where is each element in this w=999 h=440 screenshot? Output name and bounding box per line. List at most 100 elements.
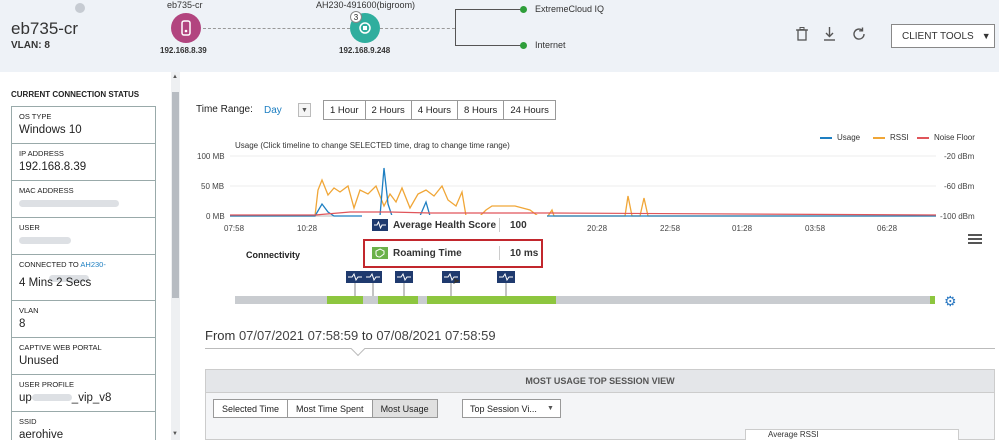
tab-most-usage[interactable]: Most Usage [371,399,438,418]
noise-floor-series-line [230,211,936,216]
uplink-branch-bottom [455,45,521,46]
tooltip-divider [499,218,500,232]
client-tools-button[interactable]: CLIENT TOOLS ▼ [891,24,995,48]
client-details-page: eb735-cr VLAN: 8 eb735-cr 192.168.8.39 A… [0,0,999,440]
y-right-tick: -100 dBm [940,212,975,221]
chevron-down-icon: ▼ [981,31,991,41]
time-range-selected: Day [264,104,282,116]
ap-uplink [380,28,455,29]
legend-usage: Usage [820,133,860,142]
status-label: CONNECTED TO [19,260,79,269]
download-icon[interactable] [823,27,836,45]
rssi-series-line [230,178,936,217]
tab-most-time-spent[interactable]: Most Time Spent [287,399,372,418]
scrollbar-thumb[interactable] [172,92,179,298]
refresh-icon[interactable] [852,27,866,45]
legend-noise-floor: Noise Floor [917,133,975,142]
range-4-hours-button[interactable]: 4 Hours [410,100,458,120]
average-rssi-label: Average RSSI [768,430,819,439]
status-row-vlan: VLAN 8 [12,301,155,338]
destination-internet: Internet [535,40,566,50]
status-label: OS TYPE [19,112,52,121]
cloud-status-dot [520,6,527,13]
status-row-mac: MAC ADDRESS [12,181,155,218]
time-range-select[interactable]: Day ▼ [256,101,311,119]
uplink-branch [455,9,456,45]
gear-icon[interactable]: ⚙ [944,293,957,310]
status-row-connected-to: CONNECTED TO AH230- 4 Mins 2 Secs [12,255,155,301]
timeline-segment[interactable] [930,296,935,304]
usage-chart-caption: Usage (Click timeline to change SELECTED… [235,141,510,150]
divider-notch [350,341,366,357]
connected-ap-link[interactable]: AH230- [80,260,105,269]
menu-icon[interactable] [968,234,982,246]
chevron-down-icon: ▼ [298,103,311,117]
range-2-hours-button[interactable]: 2 Hours [364,100,411,120]
client-node-ip: 192.168.8.39 [160,46,207,55]
status-label: MAC ADDRESS [19,186,74,195]
connectivity-pulse-marks [348,272,513,296]
scroll-down-arrow[interactable]: ▼ [172,431,178,437]
x-tick: 22:58 [660,224,681,233]
range-8-hours-button[interactable]: 8 Hours [457,100,504,120]
status-row-user-profile: USER PROFILE up _vip_v8 [12,375,155,412]
y-right-tick: -20 dBm [944,152,975,161]
status-row-ip: IP ADDRESS 192.168.8.39 [12,144,155,181]
y-right-tick: -60 dBm [944,182,975,191]
client-header [0,0,999,72]
legend-swatch [820,136,832,139]
legend-swatch [917,136,929,139]
timeline-segment[interactable] [427,296,556,304]
divider [205,348,995,349]
client-device-node[interactable] [171,13,201,43]
timeline-segment[interactable] [378,296,418,304]
range-start: 07/07/2021 07:58:59 [238,328,359,343]
usage-chart-plot[interactable] [230,150,936,222]
tooltip-health-row: Average Health Score 100 [362,215,547,235]
legend-swatch [873,136,885,139]
connectivity-label: Connectivity [246,250,301,260]
status-row-os: OS TYPE Windows 10 [12,107,155,144]
status-value-end: _vip_v8 [71,392,112,404]
range-button-group: 1 Hour 2 Hours 4 Hours 8 Hours 24 Hours [323,100,556,120]
average-rssi-card: Average RSSI [745,429,959,440]
redacted-value [19,237,71,245]
status-value: 8 [19,318,26,330]
scroll-up-arrow[interactable]: ▲ [172,74,178,80]
ap-node-name: AH230-491600(bigroom) [316,0,416,10]
status-value: 192.168.8.39 [19,161,87,173]
range-1-hour-button[interactable]: 1 Hour [323,100,365,120]
x-tick: 10:28 [297,224,318,233]
internet-status-dot [520,42,527,49]
destination-cloud: ExtremeCloud IQ [535,4,605,14]
status-value: aerohive [19,429,64,440]
pulse-icon [372,219,388,231]
y-left-tick: 0 MB [206,212,225,221]
client-node-name: eb735-cr [167,0,203,10]
status-label: SSID [19,417,37,426]
tab-selected-time[interactable]: Selected Time [213,399,288,418]
y-left-tick: 50 MB [201,182,225,191]
session-view-select[interactable]: Top Session Vi... ▼ [462,399,561,418]
redacted-value [19,200,119,208]
ap-badge: 3 [350,11,362,23]
session-tab-group: Selected Time Most Time Spent Most Usage [213,399,438,418]
x-tick: 06:28 [877,224,898,233]
status-label: CAPTIVE WEB PORTAL [19,343,102,352]
x-tick: 01:28 [732,224,753,233]
mouse-cursor-icon: ➤ [452,276,461,287]
client-ap-link [203,28,350,29]
info-icon[interactable] [75,3,85,13]
status-label: USER PROFILE [19,380,75,389]
status-value: 4 Mins 2 Secs [19,277,92,289]
timeline-bar[interactable] [235,296,935,304]
client-vlan: VLAN: 8 [11,40,50,51]
tooltip-health-label: Average Health Score [393,219,497,231]
status-label: IP ADDRESS [19,149,64,158]
highlight-frame [363,239,543,268]
trash-icon[interactable] [796,27,808,45]
tooltip-health-value: 100 [510,219,527,231]
range-24-hours-button[interactable]: 24 Hours [503,100,556,120]
timeline-segment[interactable] [327,296,363,304]
selected-range-heading: From 07/07/2021 07:58:59 to 07/08/2021 0… [205,328,496,343]
